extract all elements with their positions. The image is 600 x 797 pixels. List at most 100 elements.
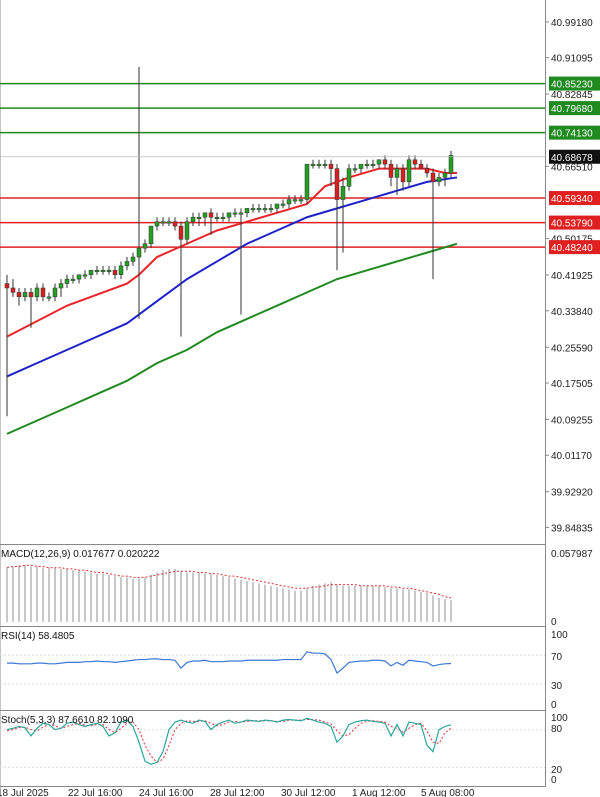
candle-up <box>370 163 376 166</box>
time-label: 30 Jul 12:00 <box>281 788 336 797</box>
candle-up <box>88 270 94 275</box>
candle-up <box>184 221 190 240</box>
candle-up <box>220 216 226 219</box>
candle-down <box>418 163 424 169</box>
candle-up <box>76 274 82 280</box>
price-tick-label: 39.84835 <box>551 523 593 534</box>
resistance-level-label: 40.79680 <box>551 104 593 115</box>
support-level-label: 40.48240 <box>551 243 593 254</box>
candle <box>304 163 310 204</box>
candle-up <box>358 163 364 169</box>
price-tick-label: 40.25590 <box>551 343 593 354</box>
candle-up <box>34 287 40 298</box>
candle-up <box>436 177 442 183</box>
candle-down <box>16 292 22 298</box>
support-level-label: 40.59340 <box>551 194 593 205</box>
rsi-axis-100: 100 <box>551 630 568 641</box>
candle-up <box>70 278 76 281</box>
price-axis: 40.9918040.9109540.8284540.6651040.50175… <box>545 18 593 534</box>
candle-up <box>340 186 346 200</box>
candle-down <box>430 172 436 183</box>
candle-up <box>292 199 298 202</box>
stoch-axis-100: 100 <box>551 713 568 724</box>
time-label: 24 Jul 16:00 <box>139 788 194 797</box>
candle-up <box>250 208 256 211</box>
candle-up <box>196 216 202 219</box>
candlestick-chart: 40.9918040.9109540.8284540.6651040.50175… <box>0 0 600 797</box>
candle-up <box>238 212 244 215</box>
rsi-axis-70: 70 <box>551 652 563 663</box>
candle-down <box>178 225 184 240</box>
candle-down <box>208 212 214 218</box>
candle-up <box>22 292 28 298</box>
candle-down <box>28 292 34 298</box>
price-tick-label: 40.01170 <box>551 451 592 462</box>
candle-down <box>112 270 118 275</box>
candle-up <box>148 225 154 245</box>
time-label: 5 Aug 08:00 <box>421 788 475 797</box>
candle-up <box>52 287 58 298</box>
candle-up <box>136 247 142 258</box>
candle-down <box>334 168 340 200</box>
candle-down <box>40 287 46 298</box>
candle-up <box>286 199 292 205</box>
candle-up <box>232 212 238 215</box>
candle-up <box>202 212 208 218</box>
candle-up <box>142 243 148 249</box>
stoch-label: Stoch(5,3,3) 87.6610 82.1090 <box>1 715 134 726</box>
candle-up <box>346 168 352 187</box>
price-tick-label: 40.17505 <box>551 379 593 390</box>
candle-up <box>364 163 370 166</box>
time-axis: 18 Jul 2025 22 Jul 16:00 24 Jul 16:00 28… <box>0 788 475 797</box>
price-tick-label: 39.92920 <box>551 488 593 499</box>
candle-up <box>190 216 196 222</box>
price-tick-label: 40.99180 <box>551 18 593 29</box>
candle-up <box>130 256 136 262</box>
macd-label: MACD(12,26,9) 0.017677 0.020222 <box>1 549 160 560</box>
candle-up <box>244 208 250 214</box>
resistance-level-label: 40.85230 <box>551 80 593 91</box>
candle-down <box>4 283 10 289</box>
candle-up <box>64 278 70 284</box>
time-label: 22 Jul 16:00 <box>68 788 123 797</box>
candle-down <box>388 163 394 178</box>
candle-up <box>124 261 130 267</box>
candle-down <box>400 168 406 183</box>
candle-up <box>304 163 310 200</box>
candle-up <box>262 208 268 211</box>
candle-up <box>166 221 172 224</box>
stoch-axis-0: 0 <box>551 775 557 786</box>
candle-up <box>274 203 280 209</box>
candle-up <box>106 270 112 273</box>
price-tick-label: 40.33840 <box>551 307 593 318</box>
candle-up <box>268 208 274 211</box>
time-label: 18 Jul 2025 <box>0 788 49 797</box>
rsi-axis-30: 30 <box>551 681 563 692</box>
candle-up <box>280 203 286 206</box>
candle-up <box>352 168 358 171</box>
candle-down <box>172 221 178 227</box>
candle-up <box>154 221 160 227</box>
candle-up <box>58 283 64 289</box>
candle-up <box>448 155 454 174</box>
time-label: 1 Aug 12:00 <box>352 788 406 797</box>
candle-up <box>322 163 328 166</box>
candle-down <box>328 163 334 169</box>
candle-up <box>256 208 262 211</box>
candle-down <box>10 287 16 293</box>
candle-down <box>412 159 418 165</box>
candle <box>406 155 412 187</box>
candle-up <box>316 163 322 166</box>
price-tick-label: 40.66510 <box>551 162 593 173</box>
candle-up <box>298 199 304 202</box>
time-label: 28 Jul 12:00 <box>210 788 265 797</box>
candle-up <box>160 221 166 224</box>
price-tick-label: 40.41925 <box>551 271 593 282</box>
candle-up <box>310 163 316 166</box>
price-tick-label: 40.09255 <box>551 415 593 426</box>
candle-down <box>382 159 388 165</box>
rsi-axis-0: 0 <box>551 700 557 711</box>
candle-up <box>100 270 106 273</box>
support-level-label: 40.53790 <box>551 219 593 230</box>
chart-background <box>0 0 600 797</box>
